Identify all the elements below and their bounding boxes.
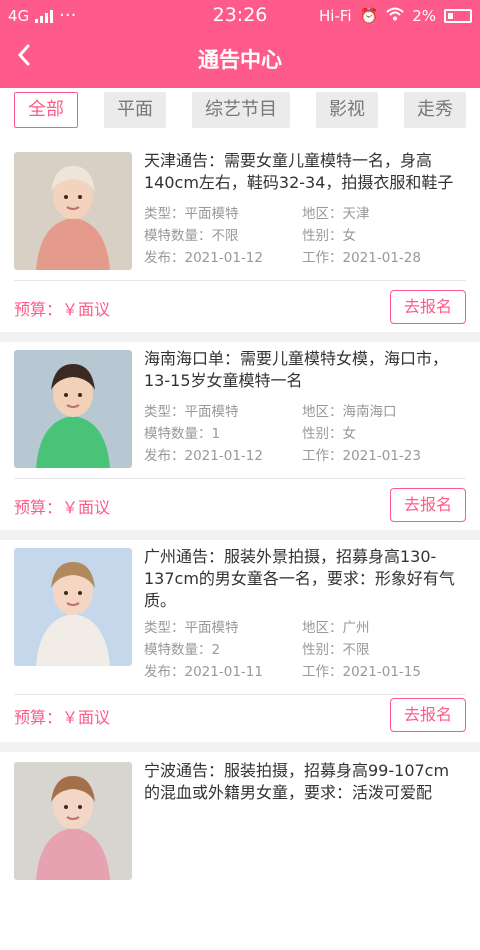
notice-card[interactable]: 宁波通告：服装拍摄，招募身高99-107cm的混血或外籍男女童，要求：活泼可爱配 — [0, 752, 480, 950]
meta-gender: 性别：女 — [302, 228, 356, 244]
meta-gender: 性别：女 — [302, 426, 356, 442]
notice-card[interactable]: 广州通告：服装外景拍摄，招募身高130-137cm的男女童各一名，要求：形象好有… — [0, 530, 480, 752]
meta-work-date: 工作：2021-01-28 — [302, 250, 421, 266]
divider — [14, 280, 466, 281]
budget-text: 预算：￥面议 — [14, 300, 111, 319]
divider — [14, 478, 466, 479]
card-separator — [0, 742, 480, 752]
meta-region: 地区：广州 — [302, 620, 370, 636]
apply-button[interactable]: 去报名 — [390, 698, 466, 732]
meta-count: 模特数量：不限 — [144, 228, 239, 244]
meta-count: 模特数量：2 — [144, 642, 221, 658]
notice-card[interactable]: 天津通告：需要女童儿童模特一名，身高140cm左右，鞋码32-34，拍摄衣服和鞋… — [0, 134, 480, 342]
meta-publish-date: 发布：2021-01-11 — [144, 664, 263, 680]
divider — [14, 694, 466, 695]
meta-region: 地区：天津 — [302, 206, 370, 222]
notice-title: 宁波通告：服装拍摄，招募身高99-107cm的混血或外籍男女童，要求：活泼可爱配 — [144, 761, 450, 802]
page-title: 通告中心 — [198, 48, 282, 72]
wifi-icon — [386, 7, 404, 25]
tab-variety-show[interactable]: 综艺节目 — [192, 92, 290, 128]
meta-publish-date: 发布：2021-01-12 — [144, 250, 263, 266]
app-header: 4G ··· 23:26 Hi-Fi ⏰ 2% 通告中心 — [0, 0, 480, 88]
model-photo — [14, 350, 132, 468]
budget-text: 预算：￥面议 — [14, 708, 111, 727]
model-photo — [14, 548, 132, 666]
meta-work-date: 工作：2021-01-23 — [302, 448, 421, 464]
battery-icon — [444, 9, 472, 23]
meta-type: 类型：平面模特 — [144, 620, 239, 636]
status-bar: 4G ··· 23:26 Hi-Fi ⏰ 2% — [0, 0, 480, 32]
meta-publish-date: 发布：2021-01-12 — [144, 448, 263, 464]
tab-all[interactable]: 全部 — [14, 92, 78, 128]
meta-count: 模特数量：1 — [144, 426, 221, 442]
notice-title: 天津通告：需要女童儿童模特一名，身高140cm左右，鞋码32-34，拍摄衣服和鞋… — [144, 151, 454, 192]
notice-title: 海南海口单：需要儿童模特女模，海口市，13-15岁女童模特一名 — [144, 349, 449, 390]
alarm-icon: ⏰ — [359, 7, 379, 25]
model-photo — [14, 152, 132, 270]
model-photo — [14, 762, 132, 880]
category-tabs: 全部 平面 综艺节目 影视 走秀 — [0, 92, 480, 130]
meta-gender: 性别：不限 — [302, 642, 370, 658]
meta-type: 类型：平面模特 — [144, 404, 239, 420]
tab-print[interactable]: 平面 — [104, 92, 166, 128]
meta-type: 类型：平面模特 — [144, 206, 239, 222]
tab-runway[interactable]: 走秀 — [404, 92, 466, 128]
hifi-label: Hi-Fi — [318, 7, 352, 25]
notice-card[interactable]: 海南海口单：需要儿童模特女模，海口市，13-15岁女童模特一名 类型：平面模特 … — [0, 332, 480, 540]
tab-film-tv[interactable]: 影视 — [316, 92, 378, 128]
apply-button[interactable]: 去报名 — [390, 488, 466, 522]
apply-button[interactable]: 去报名 — [390, 290, 466, 324]
notice-title: 广州通告：服装外景拍摄，招募身高130-137cm的男女童各一名，要求：形象好有… — [144, 547, 455, 610]
battery-percent: 2% — [412, 7, 436, 25]
meta-region: 地区：海南海口 — [302, 404, 397, 420]
budget-text: 预算：￥面议 — [14, 498, 111, 517]
meta-work-date: 工作：2021-01-15 — [302, 664, 421, 680]
